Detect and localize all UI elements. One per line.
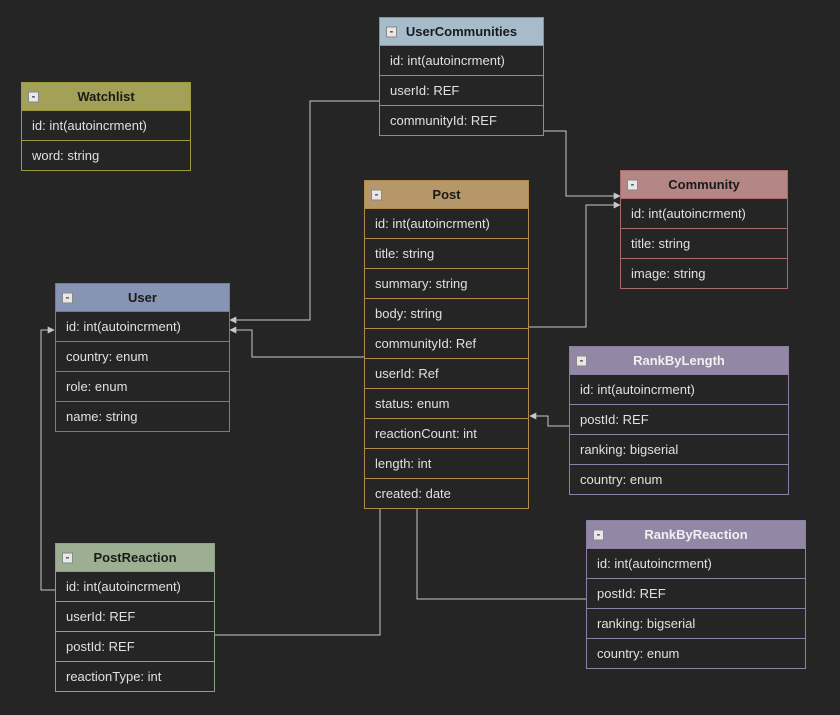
entity-rankbylength-header: - RankByLength — [570, 347, 788, 374]
entity-row: postId: REF — [587, 578, 805, 608]
entity-usercommunities-header: - UserCommunities — [380, 18, 543, 45]
entity-title: Post — [432, 187, 460, 202]
entity-row: image: string — [621, 258, 787, 288]
entity-row: summary: string — [365, 268, 528, 298]
entity-row: postId: REF — [56, 631, 214, 661]
entity-title: Community — [668, 177, 740, 192]
collapse-icon[interactable]: - — [593, 529, 604, 540]
entity-usercommunities: - UserCommunities id: int(autoincrment) … — [379, 17, 544, 136]
entity-row: reactionType: int — [56, 661, 214, 691]
entity-title: PostReaction — [93, 550, 176, 565]
entity-row: role: enum — [56, 371, 229, 401]
collapse-icon[interactable]: - — [386, 26, 397, 37]
entity-postreaction: - PostReaction id: int(autoincrment) use… — [55, 543, 215, 692]
entity-row-id: id: int(autoincrment) — [380, 45, 543, 75]
entity-row: title: string — [621, 228, 787, 258]
collapse-icon[interactable]: - — [28, 91, 39, 102]
entity-community: - Community id: int(autoincrment) title:… — [620, 170, 788, 289]
entity-row-id: id: int(autoincrment) — [56, 311, 229, 341]
entity-row: reactionCount: int — [365, 418, 528, 448]
entity-row: name: string — [56, 401, 229, 431]
entity-row: userId: REF — [56, 601, 214, 631]
collapse-icon[interactable]: - — [576, 355, 587, 366]
entity-row-id: id: int(autoincrment) — [570, 374, 788, 404]
collapse-icon[interactable]: - — [627, 179, 638, 190]
entity-row: length: int — [365, 448, 528, 478]
entity-row: communityId: REF — [380, 105, 543, 135]
entity-row-id: id: int(autoincrment) — [56, 571, 214, 601]
entity-row: title: string — [365, 238, 528, 268]
collapse-icon[interactable]: - — [62, 552, 73, 563]
entity-row: country: enum — [570, 464, 788, 494]
entity-row: created: date — [365, 478, 528, 508]
entity-row-id: id: int(autoincrment) — [587, 548, 805, 578]
entity-user: - User id: int(autoincrment) country: en… — [55, 283, 230, 432]
entity-row-id: id: int(autoincrment) — [22, 110, 190, 140]
entity-row: userId: REF — [380, 75, 543, 105]
entity-row-id: id: int(autoincrment) — [365, 208, 528, 238]
entity-post: - Post id: int(autoincrment) title: stri… — [364, 180, 529, 509]
entity-post-header: - Post — [365, 181, 528, 208]
entity-row: userId: Ref — [365, 358, 528, 388]
entity-rankbyreaction: - RankByReaction id: int(autoincrment) p… — [586, 520, 806, 669]
entity-rankbyreaction-header: - RankByReaction — [587, 521, 805, 548]
entity-rankbylength: - RankByLength id: int(autoincrment) pos… — [569, 346, 789, 495]
entity-row: ranking: bigserial — [570, 434, 788, 464]
entity-title: RankByLength — [633, 353, 725, 368]
entity-title: Watchlist — [77, 89, 134, 104]
entity-title: UserCommunities — [406, 24, 517, 39]
collapse-icon[interactable]: - — [371, 189, 382, 200]
entity-row: communityId: Ref — [365, 328, 528, 358]
entity-row: body: string — [365, 298, 528, 328]
entity-row: word: string — [22, 140, 190, 170]
entity-row: country: enum — [56, 341, 229, 371]
entity-user-header: - User — [56, 284, 229, 311]
collapse-icon[interactable]: - — [62, 292, 73, 303]
entity-postreaction-header: - PostReaction — [56, 544, 214, 571]
entity-row: status: enum — [365, 388, 528, 418]
entity-title: RankByReaction — [644, 527, 747, 542]
entity-community-header: - Community — [621, 171, 787, 198]
entity-watchlist: - Watchlist id: int(autoincrment) word: … — [21, 82, 191, 171]
entity-row-id: id: int(autoincrment) — [621, 198, 787, 228]
entity-title: User — [128, 290, 157, 305]
entity-row: ranking: bigserial — [587, 608, 805, 638]
entity-watchlist-header: - Watchlist — [22, 83, 190, 110]
entity-row: postId: REF — [570, 404, 788, 434]
entity-row: country: enum — [587, 638, 805, 668]
